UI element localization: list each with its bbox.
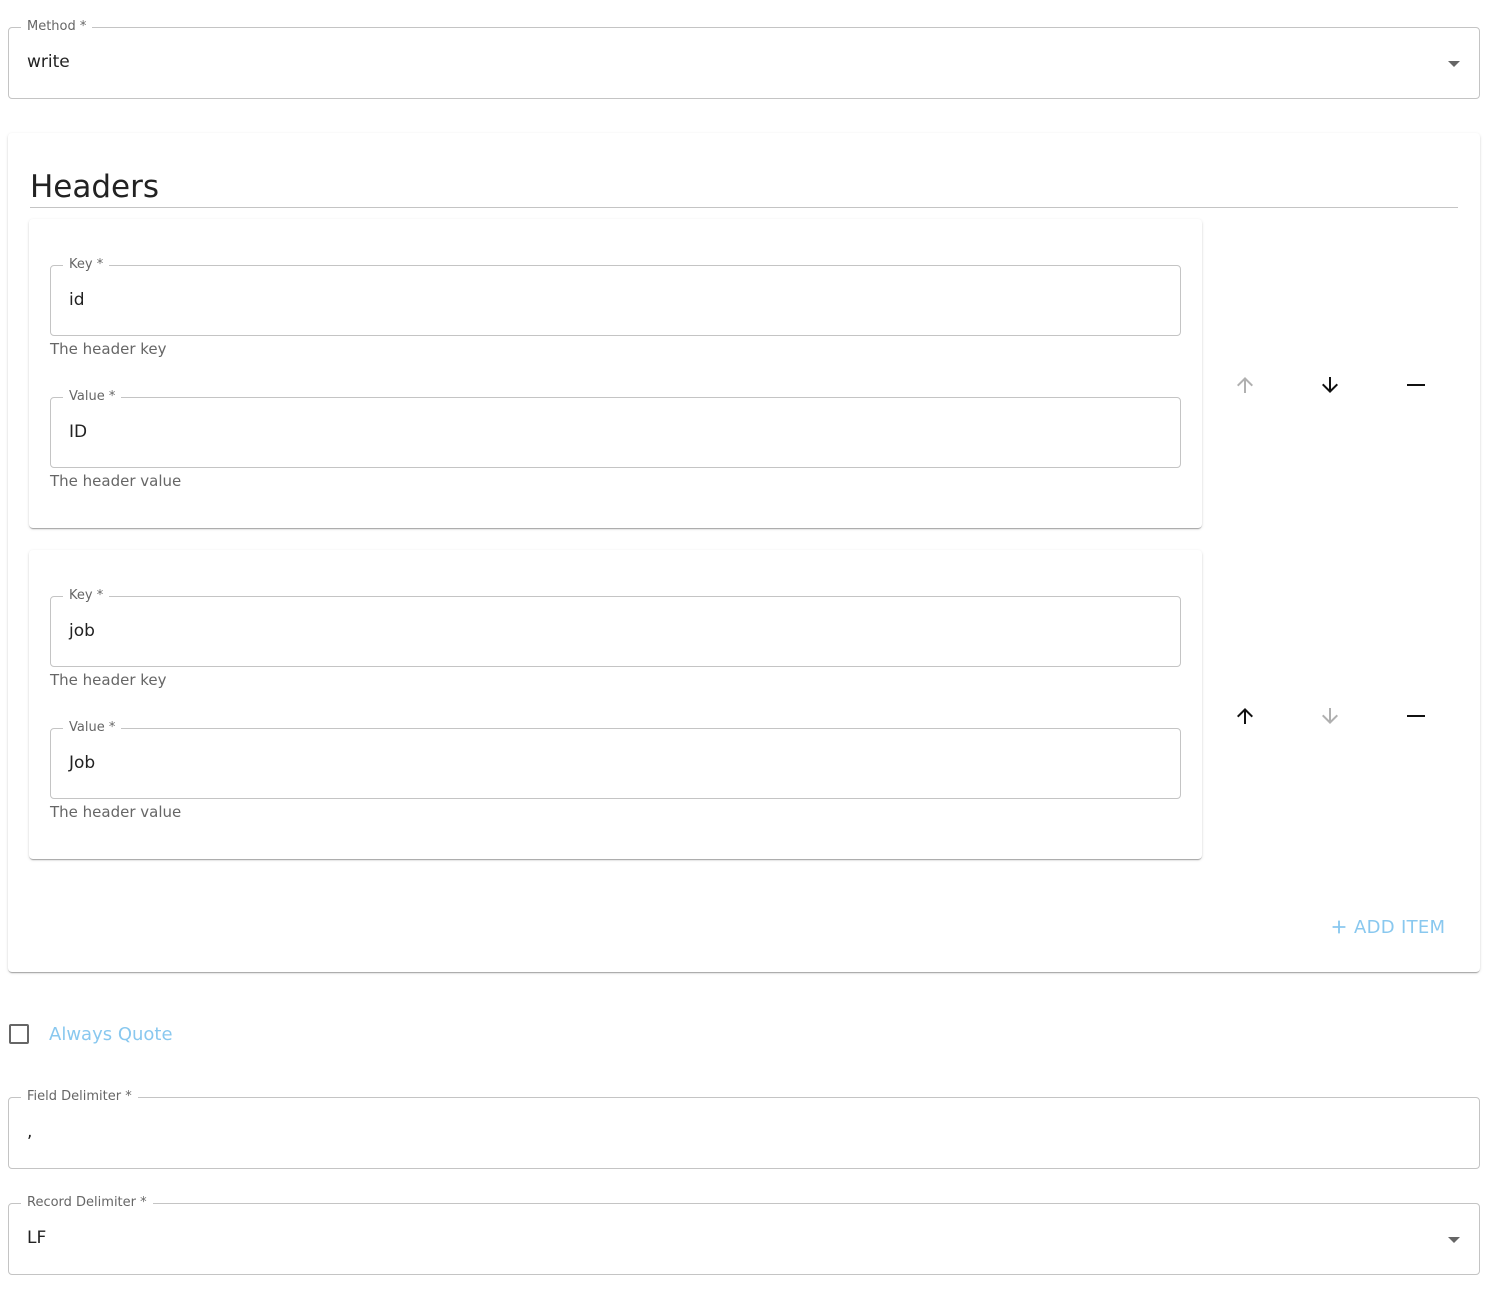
header-value-label: Value * bbox=[63, 389, 122, 405]
arrow-down-icon bbox=[1322, 377, 1338, 393]
arrow-up-icon bbox=[1237, 377, 1253, 393]
remove-item-button[interactable] bbox=[1396, 696, 1436, 736]
move-down-button[interactable] bbox=[1310, 696, 1350, 736]
header-value-helper: The header value bbox=[50, 803, 182, 821]
headers-panel: Headers Key * id The header key Value * … bbox=[8, 133, 1480, 972]
header-key-helper: The header key bbox=[50, 671, 167, 689]
header-value-helper: The header value bbox=[50, 472, 182, 490]
always-quote-label: Always Quote bbox=[49, 1023, 173, 1045]
always-quote-checkbox[interactable]: Always Quote bbox=[9, 1022, 173, 1046]
method-value: write bbox=[27, 52, 70, 72]
header-key-label: Key * bbox=[63, 588, 110, 604]
header-value-label: Value * bbox=[63, 720, 122, 736]
header-value-value: ID bbox=[69, 422, 88, 442]
header-value-input[interactable]: Value * ID bbox=[50, 389, 1181, 468]
arrow-up-icon bbox=[1237, 708, 1253, 724]
move-down-button[interactable] bbox=[1310, 365, 1350, 405]
record-delimiter-label: Record Delimiter * bbox=[21, 1195, 153, 1211]
header-key-value: id bbox=[69, 290, 85, 310]
field-delimiter-input[interactable]: Field Delimiter * , bbox=[8, 1089, 1480, 1169]
move-up-button[interactable] bbox=[1225, 696, 1265, 736]
header-item: Key * job The header key Value * Job The… bbox=[29, 550, 1202, 859]
field-delimiter-value: , bbox=[27, 1122, 33, 1142]
caret-down-icon bbox=[1448, 1237, 1460, 1243]
header-key-helper: The header key bbox=[50, 340, 167, 358]
field-delimiter-label: Field Delimiter * bbox=[21, 1089, 138, 1105]
method-select[interactable]: Method * write bbox=[8, 19, 1480, 99]
record-delimiter-value: LF bbox=[27, 1228, 47, 1248]
header-key-input[interactable]: Key * id bbox=[50, 257, 1181, 336]
header-key-value: job bbox=[69, 621, 95, 641]
header-value-value: Job bbox=[69, 753, 96, 773]
minus-icon bbox=[1407, 715, 1425, 717]
arrow-down-icon bbox=[1322, 708, 1338, 724]
move-up-button[interactable] bbox=[1225, 365, 1265, 405]
method-label: Method * bbox=[21, 19, 93, 35]
plus-icon bbox=[1332, 920, 1346, 934]
headers-divider bbox=[30, 207, 1458, 208]
add-item-button[interactable]: ADD ITEM bbox=[1328, 911, 1445, 943]
header-key-label: Key * bbox=[63, 257, 110, 273]
headers-title: Headers bbox=[30, 169, 160, 205]
caret-down-icon bbox=[1448, 61, 1460, 67]
remove-item-button[interactable] bbox=[1396, 365, 1436, 405]
header-value-input[interactable]: Value * Job bbox=[50, 720, 1181, 799]
minus-icon bbox=[1407, 384, 1425, 386]
add-item-label: ADD ITEM bbox=[1354, 916, 1446, 938]
header-key-input[interactable]: Key * job bbox=[50, 588, 1181, 667]
header-item: Key * id The header key Value * ID The h… bbox=[29, 219, 1202, 528]
record-delimiter-select[interactable]: Record Delimiter * LF bbox=[8, 1195, 1480, 1275]
checkbox-box-icon bbox=[9, 1024, 29, 1044]
